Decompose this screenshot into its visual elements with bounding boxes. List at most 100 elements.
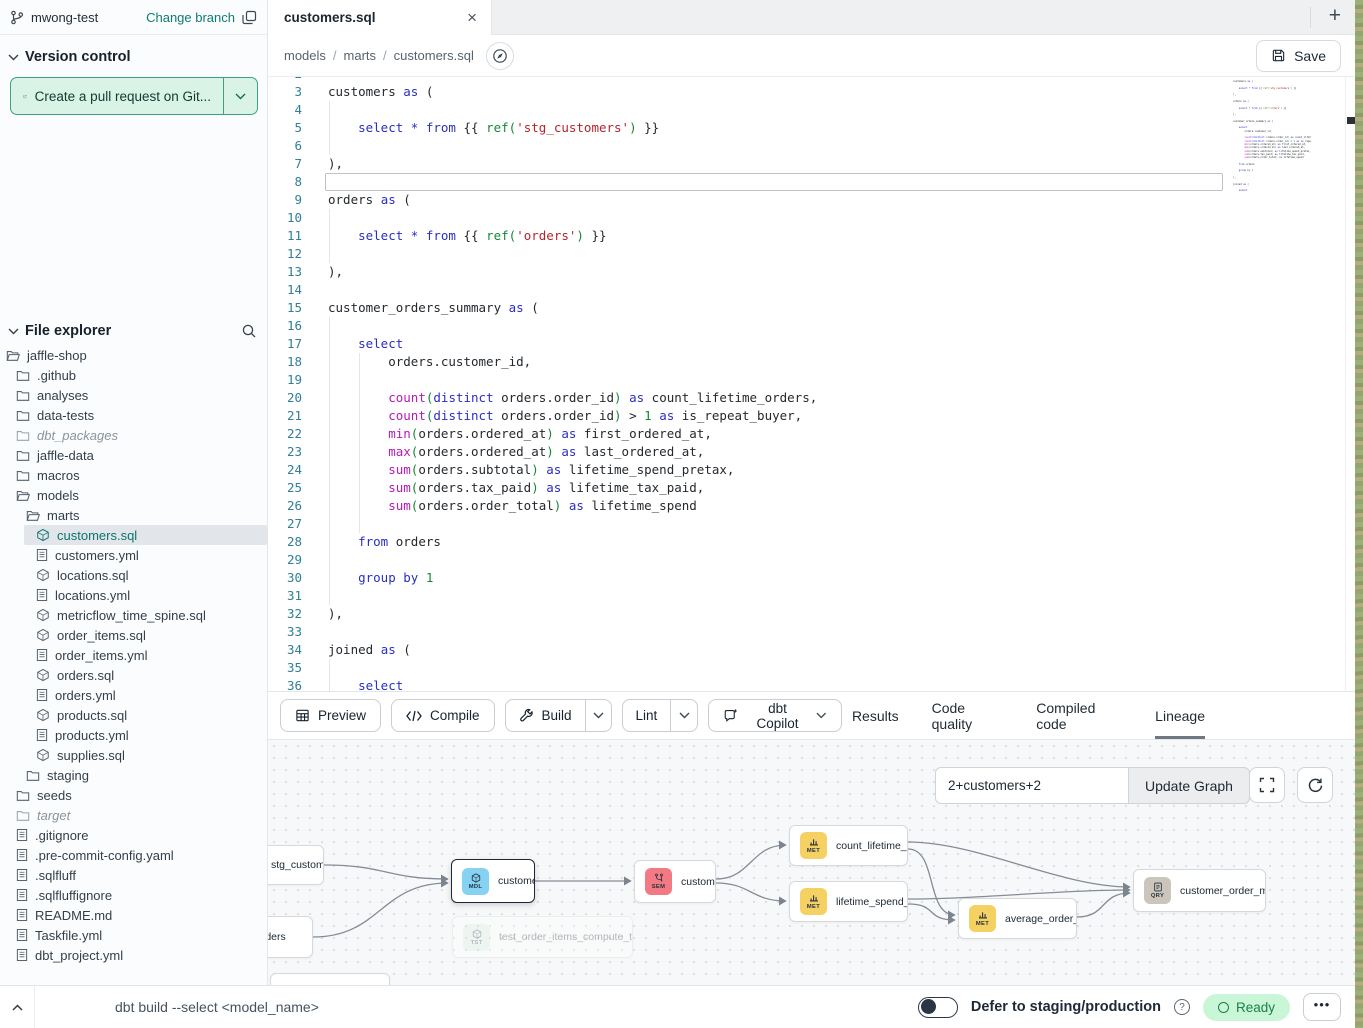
lineage-node-test-order-items[interactable]: TSTtest_order_items_compute_to_bools... (452, 916, 633, 958)
file-row-jaffle-shop[interactable]: jaffle-shop (0, 345, 267, 365)
new-tab-button[interactable]: + (1329, 4, 1341, 28)
file-row-locations.sql[interactable]: locations.sql (0, 565, 267, 585)
tab-customers-sql[interactable]: customers.sql × (268, 0, 492, 35)
lineage-node-customer_order_metrics[interactable]: QRYcustomer_order_metrics (1133, 869, 1266, 912)
file-row-jaffle-data[interactable]: jaffle-data (0, 445, 267, 465)
lint-dropdown[interactable] (670, 700, 697, 731)
file-row-orders.sql[interactable]: orders.sql (0, 665, 267, 685)
file-row-dbt_project.yml[interactable]: dbt_project.yml (0, 945, 267, 965)
tab-results[interactable]: Results (852, 692, 899, 739)
update-graph-button[interactable]: Update Graph (1128, 767, 1250, 804)
lineage-node-customers-model[interactable]: MDLcustomers (451, 859, 535, 903)
file-row-staging[interactable]: staging (0, 765, 267, 785)
scrollbar-thumb[interactable] (1347, 117, 1355, 124)
create-pr-label: Create a pull request on Git... (35, 89, 211, 104)
lineage-node-lifetime_spend_pretax[interactable]: METlifetime_spend_pretax (789, 881, 908, 922)
file-row-seeds[interactable]: seeds (0, 785, 267, 805)
file-icon (16, 848, 28, 862)
file-row-.sqlfluff[interactable]: .sqlfluff (0, 865, 267, 885)
file-row-macros[interactable]: macros (0, 465, 267, 485)
status-badge[interactable]: Ready (1203, 994, 1290, 1021)
breadcrumb-marts[interactable]: marts (344, 48, 377, 63)
result-tabs: Results Code quality Compiled code Linea… (852, 692, 1205, 739)
code-editor[interactable]: 23customers as (45 select * from {{ ref(… (268, 77, 1355, 691)
file-row-.gitignore[interactable]: .gitignore (0, 825, 267, 845)
model-badge-icon: MDL (462, 868, 489, 895)
dbt-copilot-button[interactable]: dbt Copilot (708, 699, 842, 732)
lineage-node-orders[interactable]: orders (268, 916, 313, 958)
defer-toggle[interactable] (918, 997, 958, 1018)
more-options-button[interactable]: ••• (1303, 993, 1341, 1021)
breadcrumb-file[interactable]: customers.sql (394, 48, 474, 63)
node-label: average_order_value (1005, 913, 1077, 925)
file-row-Taskfile.yml[interactable]: Taskfile.yml (0, 925, 267, 945)
refresh-button[interactable] (1297, 767, 1333, 803)
fullscreen-icon (1259, 777, 1275, 793)
version-control-header[interactable]: Version control (0, 35, 267, 75)
file-row-order_items.yml[interactable]: order_items.yml (0, 645, 267, 665)
file-row-locations.yml[interactable]: locations.yml (0, 585, 267, 605)
file-row-customers.sql[interactable]: customers.sql (24, 525, 267, 545)
editor-scrollbar[interactable] (1345, 77, 1355, 691)
file-row-.pre-commit-config.yaml[interactable]: .pre-commit-config.yaml (0, 845, 267, 865)
file-row-data-tests[interactable]: data-tests (0, 405, 267, 425)
cli-command-text[interactable]: dbt build --select <model_name> (115, 999, 319, 1015)
file-row-analyses[interactable]: analyses (0, 385, 267, 405)
file-row-products.sql[interactable]: products.sql (0, 705, 267, 725)
file-label: .gitignore (35, 828, 88, 843)
fullscreen-button[interactable] (1249, 767, 1285, 803)
line-number: 8 (268, 173, 302, 191)
tab-code-quality[interactable]: Code quality (932, 692, 1004, 739)
lineage-node-stg_customers[interactable]: stg_customers (268, 845, 324, 885)
file-label: Taskfile.yml (35, 928, 102, 943)
file-row-README.md[interactable]: README.md (0, 905, 267, 925)
lineage-node-count_lifetime_orders[interactable]: METcount_lifetime_orders (789, 825, 908, 866)
breadcrumb-models[interactable]: models (284, 48, 326, 63)
search-icon[interactable] (241, 323, 257, 339)
lineage-panel[interactable]: stg_customersorders MDLcustomers TSTtest_o… (268, 740, 1355, 985)
file-label: orders.yml (55, 688, 116, 703)
copy-icon[interactable] (242, 10, 257, 25)
file-row-.github[interactable]: .github (0, 365, 267, 385)
lineage-node-customers-semantic[interactable]: SEMcustomers (634, 860, 716, 903)
collapse-panel-button[interactable] (0, 986, 35, 1028)
file-label: README.md (35, 908, 112, 923)
build-dropdown[interactable] (585, 700, 611, 731)
create-pr-main[interactable]: Create a pull request on Git... (11, 78, 223, 114)
change-branch-link[interactable]: Change branch (146, 10, 235, 25)
file-label: target (37, 808, 70, 823)
file-row-products.yml[interactable]: products.yml (0, 725, 267, 745)
file-explorer-header[interactable]: File explorer (0, 313, 267, 345)
code-lines: 23customers as (45 select * from {{ ref(… (268, 77, 1355, 691)
create-pr-button: Create a pull request on Git... (10, 77, 258, 115)
code-line-30: 30 group by 1 (268, 569, 1355, 587)
file-row-dbt_packages[interactable]: dbt_packages (0, 425, 267, 445)
lineage-node-partial-node[interactable] (270, 973, 390, 985)
file-row-.sqlfluffignore[interactable]: .sqlfluffignore (0, 885, 267, 905)
locate-in-tree-button[interactable] (486, 42, 514, 70)
file-label: locations.sql (57, 568, 129, 583)
file-row-orders.yml[interactable]: orders.yml (0, 685, 267, 705)
preview-button[interactable]: Preview (280, 699, 381, 732)
file-row-metricflow_time_spine.sql[interactable]: metricflow_time_spine.sql (0, 605, 267, 625)
build-button[interactable]: Build (506, 700, 585, 731)
file-row-marts[interactable]: marts (0, 505, 267, 525)
line-number: 11 (268, 227, 302, 245)
close-icon[interactable]: × (467, 9, 477, 26)
file-row-order_items.sql[interactable]: order_items.sql (0, 625, 267, 645)
compile-button[interactable]: Compile (391, 699, 495, 732)
tab-compiled-code[interactable]: Compiled code (1036, 692, 1122, 739)
save-button[interactable]: Save (1256, 40, 1341, 72)
file-row-supplies.sql[interactable]: supplies.sql (0, 745, 267, 765)
create-pr-dropdown[interactable] (223, 78, 257, 114)
code-line-35: 35 (268, 659, 1355, 677)
help-icon[interactable]: ? (1174, 999, 1190, 1015)
file-row-customers.yml[interactable]: customers.yml (0, 545, 267, 565)
file-row-target[interactable]: target (0, 805, 267, 825)
lineage-filter-input[interactable] (935, 767, 1128, 804)
file-row-models[interactable]: models (0, 485, 267, 505)
tab-lineage[interactable]: Lineage (1155, 692, 1205, 739)
minimap[interactable]: customers as ( select * from {{ ref('stg… (1233, 77, 1311, 201)
lineage-node-average_order_value[interactable]: METaverage_order_value (958, 898, 1077, 939)
lint-button[interactable]: Lint (623, 700, 671, 731)
